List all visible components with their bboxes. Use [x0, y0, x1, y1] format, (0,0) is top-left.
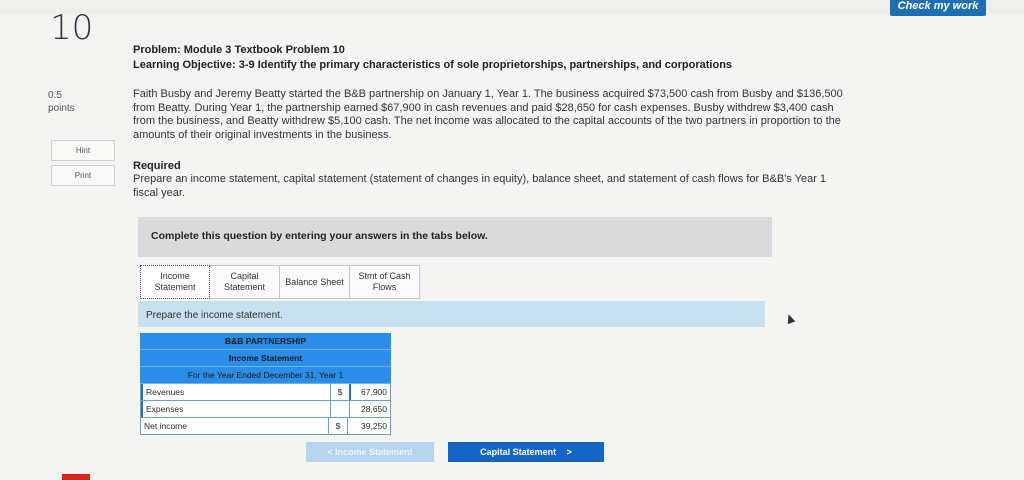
prev-tab-label: Income Statement — [335, 447, 413, 457]
points-info: 0.5 points — [48, 89, 75, 115]
check-my-work-button[interactable]: Check my work — [890, 0, 986, 16]
row-value-input[interactable]: 39,250 — [347, 418, 390, 434]
points-value: 0.5 — [48, 90, 62, 101]
top-bar — [0, 0, 1024, 14]
statement-company: B&B PARTNERSHIP — [140, 333, 391, 350]
required-heading: Required — [133, 160, 181, 172]
tab-capital-statement[interactable]: Capital Statement — [210, 265, 280, 299]
points-label: points — [48, 103, 75, 114]
next-tab-button[interactable]: Capital Statement > — [448, 442, 604, 462]
row-value-input[interactable]: 28,650 — [349, 401, 390, 417]
problem-text: Faith Busby and Jeremy Beatty started th… — [133, 88, 843, 141]
row-label-input[interactable]: Expenses — [141, 401, 331, 417]
row-label-input[interactable]: Net income — [141, 418, 329, 434]
mouse-cursor-icon — [784, 312, 796, 325]
problem-title: Problem: Module 3 Textbook Problem 10 — [133, 44, 345, 56]
currency-symbol: $ — [335, 421, 341, 431]
question-number: 10 — [50, 8, 94, 48]
table-row: Revenues $ 67,900 — [140, 384, 391, 401]
tab-balance-sheet[interactable]: Balance Sheet — [280, 265, 350, 299]
row-label-input[interactable]: Revenues — [141, 384, 331, 400]
income-statement-table: B&B PARTNERSHIP Income Statement For the… — [140, 333, 391, 435]
print-button[interactable]: Print — [51, 165, 115, 186]
instructions-box: Complete this question by entering your … — [138, 217, 772, 257]
hint-button[interactable]: Hint — [51, 140, 115, 161]
statement-tabs: Income Statement Capital Statement Balan… — [140, 265, 420, 301]
tab-stmt-of-cash-flows[interactable]: Stmt of Cash Flows — [350, 265, 420, 299]
chevron-right-icon: > — [566, 447, 572, 457]
row-value-input[interactable]: 67,900 — [349, 384, 390, 400]
table-row: Expenses 28,650 — [140, 401, 391, 418]
prep-instruction-bar: Prepare the income statement. — [138, 301, 765, 327]
learning-objective: Learning Objective: 3-9 Identify the pri… — [133, 59, 733, 71]
currency-symbol: $ — [337, 387, 343, 397]
required-text: Prepare an income statement, capital sta… — [133, 173, 827, 199]
tab-income-statement[interactable]: Income Statement — [140, 265, 210, 299]
next-tab-label: Capital Statement — [480, 447, 557, 457]
prev-tab-button[interactable]: < Income Statement — [306, 442, 434, 462]
statement-name: Income Statement — [140, 350, 391, 367]
problem-header: Problem: Module 3 Textbook Problem 10 Le… — [133, 43, 732, 73]
currency-symbol — [331, 401, 349, 417]
chevron-left-icon: < — [327, 447, 333, 457]
publisher-logo — [62, 474, 90, 480]
statement-period: For the Year Ended December 31, Year 1 — [140, 367, 391, 384]
table-row: Net income $ 39,250 — [140, 418, 391, 435]
